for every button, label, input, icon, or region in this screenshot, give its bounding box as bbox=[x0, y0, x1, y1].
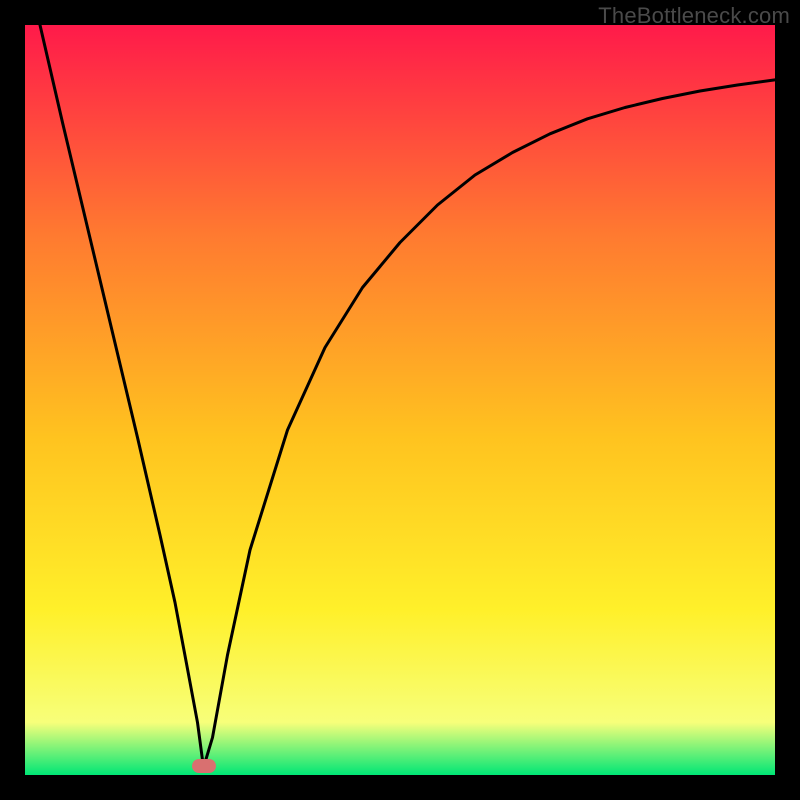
watermark-text: TheBottleneck.com bbox=[598, 3, 790, 29]
bottleneck-curve bbox=[25, 25, 775, 775]
chart-container: TheBottleneck.com bbox=[0, 0, 800, 800]
optimal-point-marker bbox=[192, 759, 216, 773]
plot-area bbox=[25, 25, 775, 775]
